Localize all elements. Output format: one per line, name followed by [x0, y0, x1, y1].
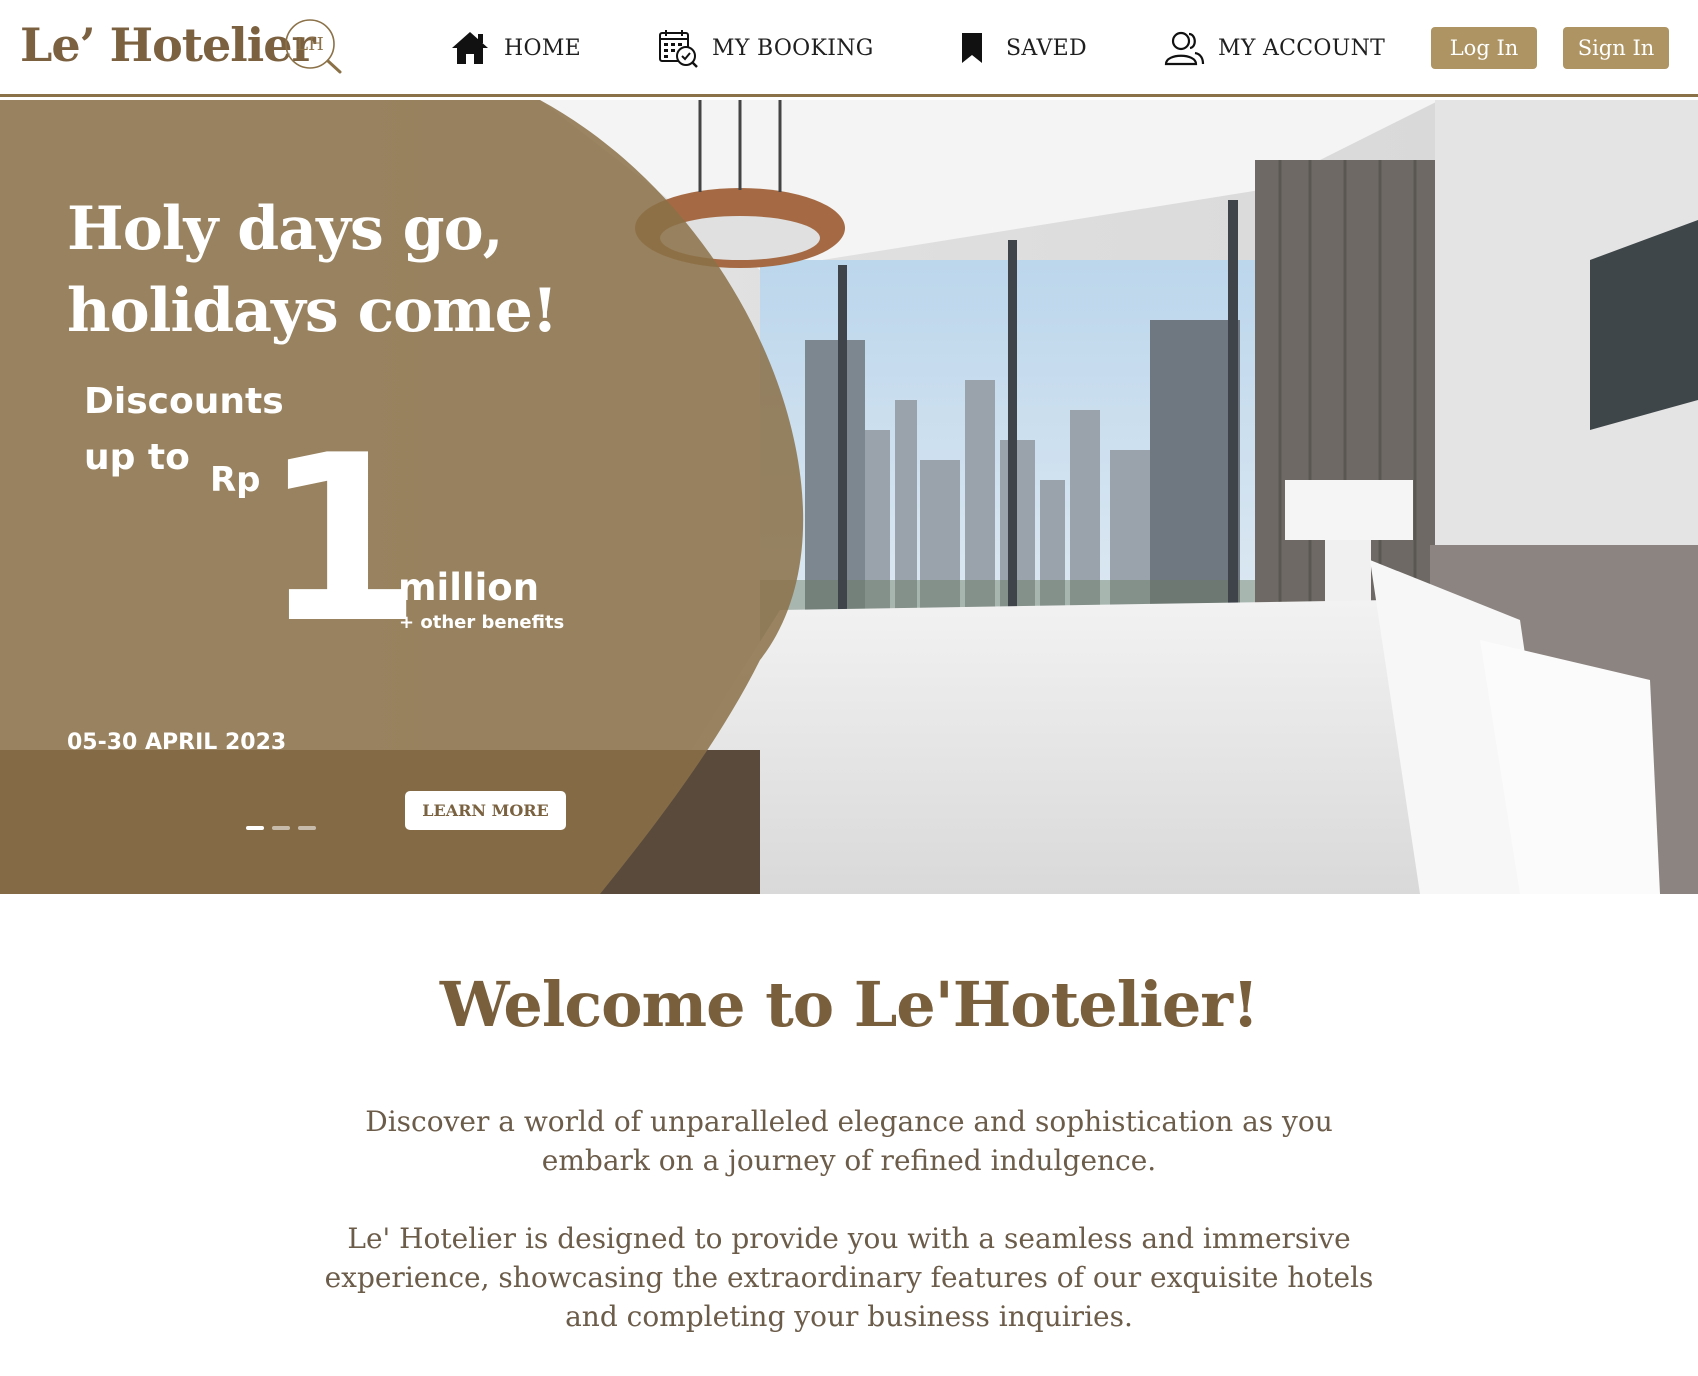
site-header: Le’ Hotelier LH HOME MY BOOKING SAVED MY…: [0, 0, 1698, 97]
welcome-paragraph-2: Le' Hotelier is designed to provide you …: [324, 1222, 1374, 1333]
nav-home[interactable]: HOME: [448, 26, 581, 70]
nav-saved-label: SAVED: [1006, 35, 1087, 61]
home-icon: [448, 27, 492, 69]
signin-button[interactable]: Sign In: [1563, 27, 1669, 69]
hero-headline-line2: holidays come!: [67, 276, 558, 346]
bookmark-icon: [950, 27, 994, 69]
discount-currency: Rp: [210, 460, 261, 500]
hero-headline-line1: Holy days go,: [67, 194, 503, 264]
discount-amount: 1: [262, 407, 422, 674]
brand-logo-text[interactable]: Le’ Hotelier: [20, 18, 316, 72]
discount-benefits: + other benefits: [399, 612, 565, 633]
carousel-dot-1[interactable]: [246, 826, 264, 830]
brand-monogram: LH: [296, 34, 324, 55]
nav-saved[interactable]: SAVED: [950, 26, 1087, 70]
welcome-paragraph-1: Discover a world of unparalleled eleganc…: [365, 1105, 1333, 1177]
nav-my-account[interactable]: MY ACCOUNT: [1162, 26, 1385, 70]
login-button[interactable]: Log In: [1431, 27, 1537, 69]
brand-monogram-icon[interactable]: LH: [282, 16, 346, 76]
carousel-dot-3[interactable]: [298, 826, 316, 830]
calendar-check-icon: [656, 27, 700, 69]
hero-banner: Holy days go, holidays come! Discounts u…: [0, 100, 1698, 894]
carousel-indicators: [246, 826, 316, 830]
nav-my-account-label: MY ACCOUNT: [1218, 35, 1386, 61]
users-icon: [1162, 27, 1206, 69]
discount-unit: million: [398, 566, 540, 609]
nav-my-booking-label: MY BOOKING: [712, 35, 874, 61]
nav-home-label: HOME: [504, 35, 582, 61]
carousel-dot-2[interactable]: [272, 826, 290, 830]
welcome-title: Welcome to Le'Hotelier!: [439, 968, 1259, 1041]
promo-dates: 05-30 APRIL 2023: [67, 730, 287, 755]
learn-more-button[interactable]: LEARN MORE: [405, 791, 566, 830]
nav-my-booking[interactable]: MY BOOKING: [656, 26, 874, 70]
hero-headline: Holy days go, holidays come!: [67, 188, 587, 352]
